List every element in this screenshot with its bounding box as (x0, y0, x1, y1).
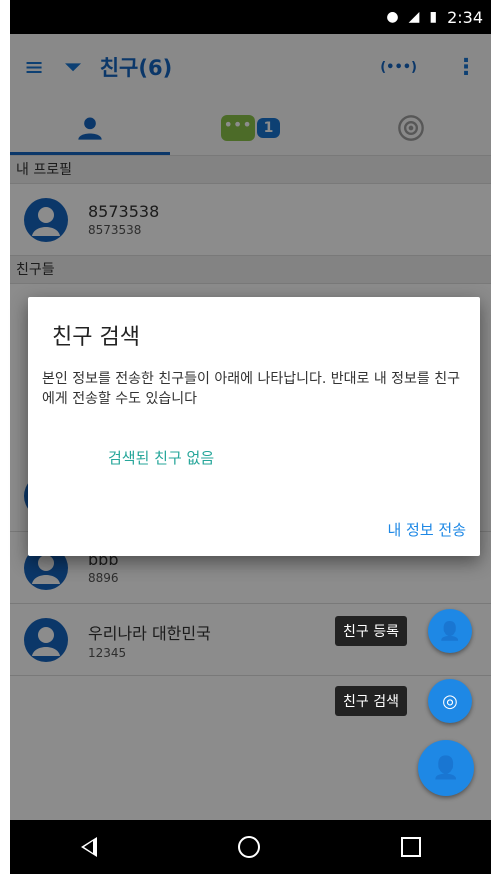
add-friend-button[interactable]: 👤 (428, 609, 472, 653)
status-bar: ● ◢ ▮ 2:34 (10, 0, 491, 34)
back-icon[interactable] (80, 837, 97, 857)
fab-search-label: 친구 검색 (335, 686, 407, 716)
send-my-info-button[interactable]: 내 정보 전송 (387, 519, 466, 540)
add-person-icon: 👤 (432, 755, 460, 781)
location-icon: ● (386, 9, 399, 25)
dialog-title: 친구 검색 (52, 325, 140, 350)
add-person-icon: 👤 (438, 620, 462, 642)
main-fab-button[interactable]: 👤 (418, 740, 474, 796)
home-icon[interactable] (237, 836, 260, 858)
dialog-body: 본인 정보를 전송한 친구들이 아래에 나타납니다. 반대로 내 정보를 친구에… (42, 371, 461, 407)
empty-result-text: 검색된 친구 없음 (108, 449, 215, 467)
radar-icon: ◎ (442, 690, 458, 712)
status-time: 2:34 (447, 7, 483, 27)
system-nav-bar (10, 820, 491, 874)
recents-icon[interactable] (400, 837, 421, 857)
fab-register-label: 친구 등록 (335, 616, 407, 646)
signal-icon: ◢ (408, 9, 420, 25)
search-friend-button[interactable]: ◎ (428, 679, 472, 723)
friend-search-dialog: 친구 검색 본인 정보를 전송한 친구들이 아래에 나타납니다. 반대로 내 정… (28, 297, 480, 556)
battery-icon: ▮ (429, 9, 438, 25)
